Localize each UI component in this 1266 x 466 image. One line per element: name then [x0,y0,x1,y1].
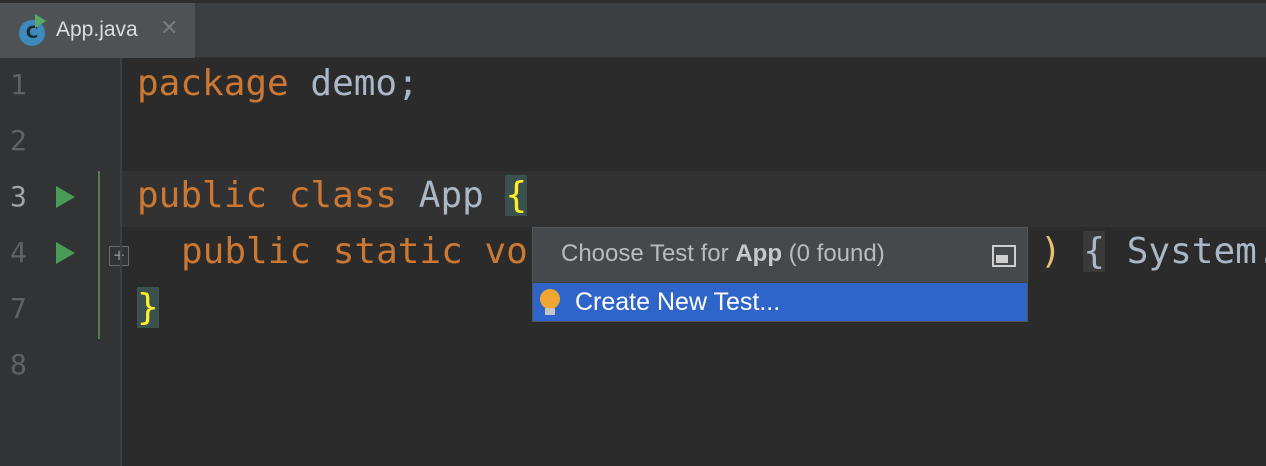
tab-app-java[interactable]: C App.java ✕ [0,3,195,58]
editor-gutter: 1 2 3 4 7 8 [0,58,120,466]
run-main-icon[interactable] [56,242,75,264]
folded-brace: { [1083,231,1106,272]
run-class-icon[interactable] [56,186,75,208]
code-line-7: } [137,287,159,328]
bulb-icon [540,289,560,317]
code-line-1: package demo; [137,63,419,104]
code-text: demo; [288,63,419,104]
line-number: 7 [10,292,27,325]
closing-paren: ) [1040,231,1062,272]
pin-icon[interactable] [992,245,1016,267]
line-number: 3 [10,180,27,213]
class-name: App [397,175,506,216]
java-class-icon: C [19,14,46,46]
code-text: System. [1126,231,1266,272]
code-line-4: public static vo [181,231,528,272]
code-line-4-tail: ) { System. [1040,231,1266,272]
keyword: public [137,175,268,216]
code-line-3: public class App { [137,175,528,216]
line-number: 4 [10,236,27,269]
editor-tab-bar: C App.java ✕ [0,0,1266,58]
runnable-badge-icon [35,14,46,28]
choose-test-popup: Choose Test for App (0 found) Create New… [532,227,1028,322]
close-icon[interactable]: ✕ [160,16,178,41]
popup-header: Choose Test for App (0 found) [533,228,1027,282]
line-number: 8 [10,348,27,381]
keyword: package [137,63,289,104]
line-number: 1 [10,68,27,101]
popup-title: Choose Test for App (0 found) [561,240,885,267]
matched-brace: { [505,175,528,216]
keyword: static [332,231,463,272]
fold-indicator-line [98,171,100,339]
keyword: public [181,231,312,272]
line-number: 2 [10,124,27,157]
create-new-test-item[interactable]: Create New Test... [533,283,1027,321]
tab-label: App.java [56,18,138,41]
create-new-test-label: Create New Test... [575,288,781,316]
keyword-partial: vo [484,231,528,272]
matched-brace: } [137,287,159,328]
keyword: class [288,175,398,216]
